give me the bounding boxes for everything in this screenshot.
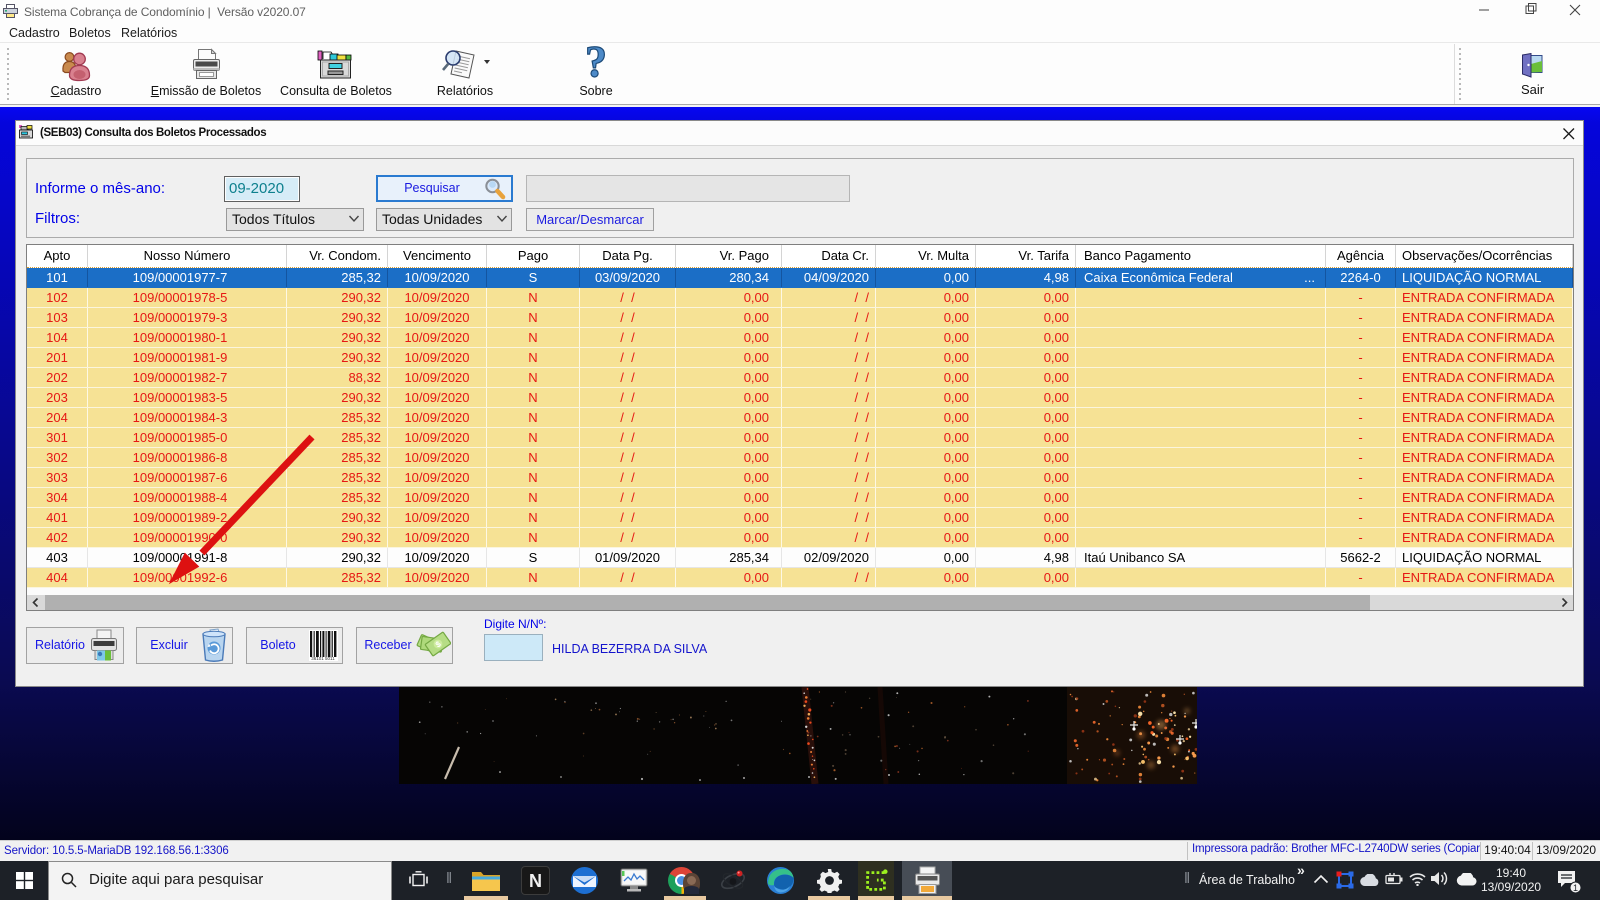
svg-text:1: 1	[1573, 883, 1578, 893]
svg-text:36101 5011: 36101 5011	[311, 656, 335, 661]
